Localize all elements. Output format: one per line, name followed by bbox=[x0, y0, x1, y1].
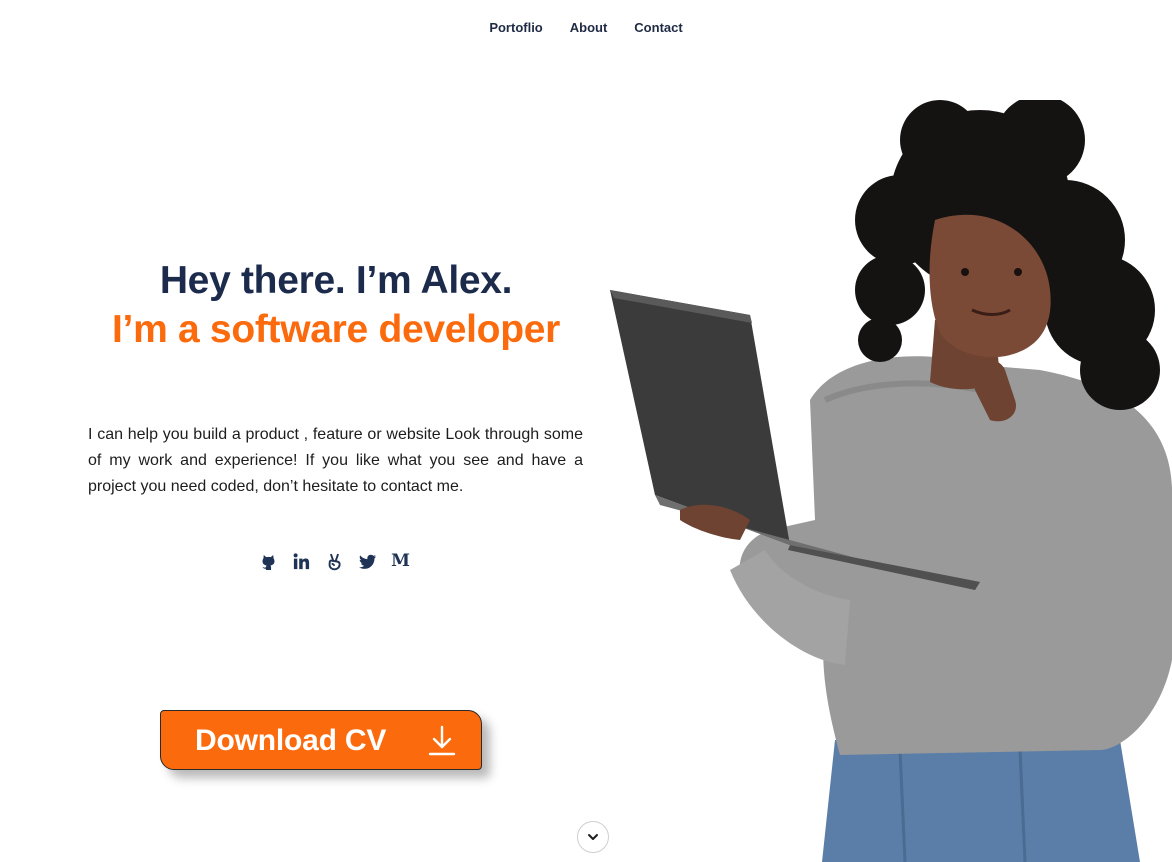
hero-title: Hey there. I’m Alex. bbox=[159, 259, 513, 302]
angellist-icon[interactable] bbox=[325, 552, 344, 571]
github-icon[interactable] bbox=[259, 552, 278, 571]
linkedin-icon[interactable] bbox=[292, 552, 311, 571]
hero-subtitle: I’m a software developer bbox=[112, 308, 560, 351]
nav-links: Portoflio About Contact bbox=[489, 19, 682, 39]
nav-link-portfolio[interactable]: Portoflio bbox=[489, 19, 542, 39]
chevron-down-icon bbox=[586, 830, 600, 844]
jeans bbox=[822, 740, 1140, 862]
hero-photo bbox=[600, 95, 1172, 862]
social-links: M bbox=[259, 550, 410, 572]
medium-glyph: M bbox=[391, 550, 410, 571]
nav-link-about[interactable]: About bbox=[570, 19, 608, 39]
download-cv-button[interactable]: Download CV bbox=[160, 710, 482, 770]
twitter-icon[interactable] bbox=[358, 552, 377, 571]
download-icon bbox=[427, 725, 457, 757]
page: Portoflio About Contact Hey there. I’m A… bbox=[0, 0, 1172, 862]
nav-link-contact[interactable]: Contact bbox=[634, 19, 682, 39]
hero-description: I can help you build a product , feature… bbox=[88, 426, 583, 495]
download-cv-label: Download CV bbox=[195, 724, 387, 757]
top-nav: Portoflio About Contact bbox=[0, 19, 1172, 39]
medium-icon[interactable]: M bbox=[391, 550, 410, 571]
sweater bbox=[739, 356, 1172, 755]
